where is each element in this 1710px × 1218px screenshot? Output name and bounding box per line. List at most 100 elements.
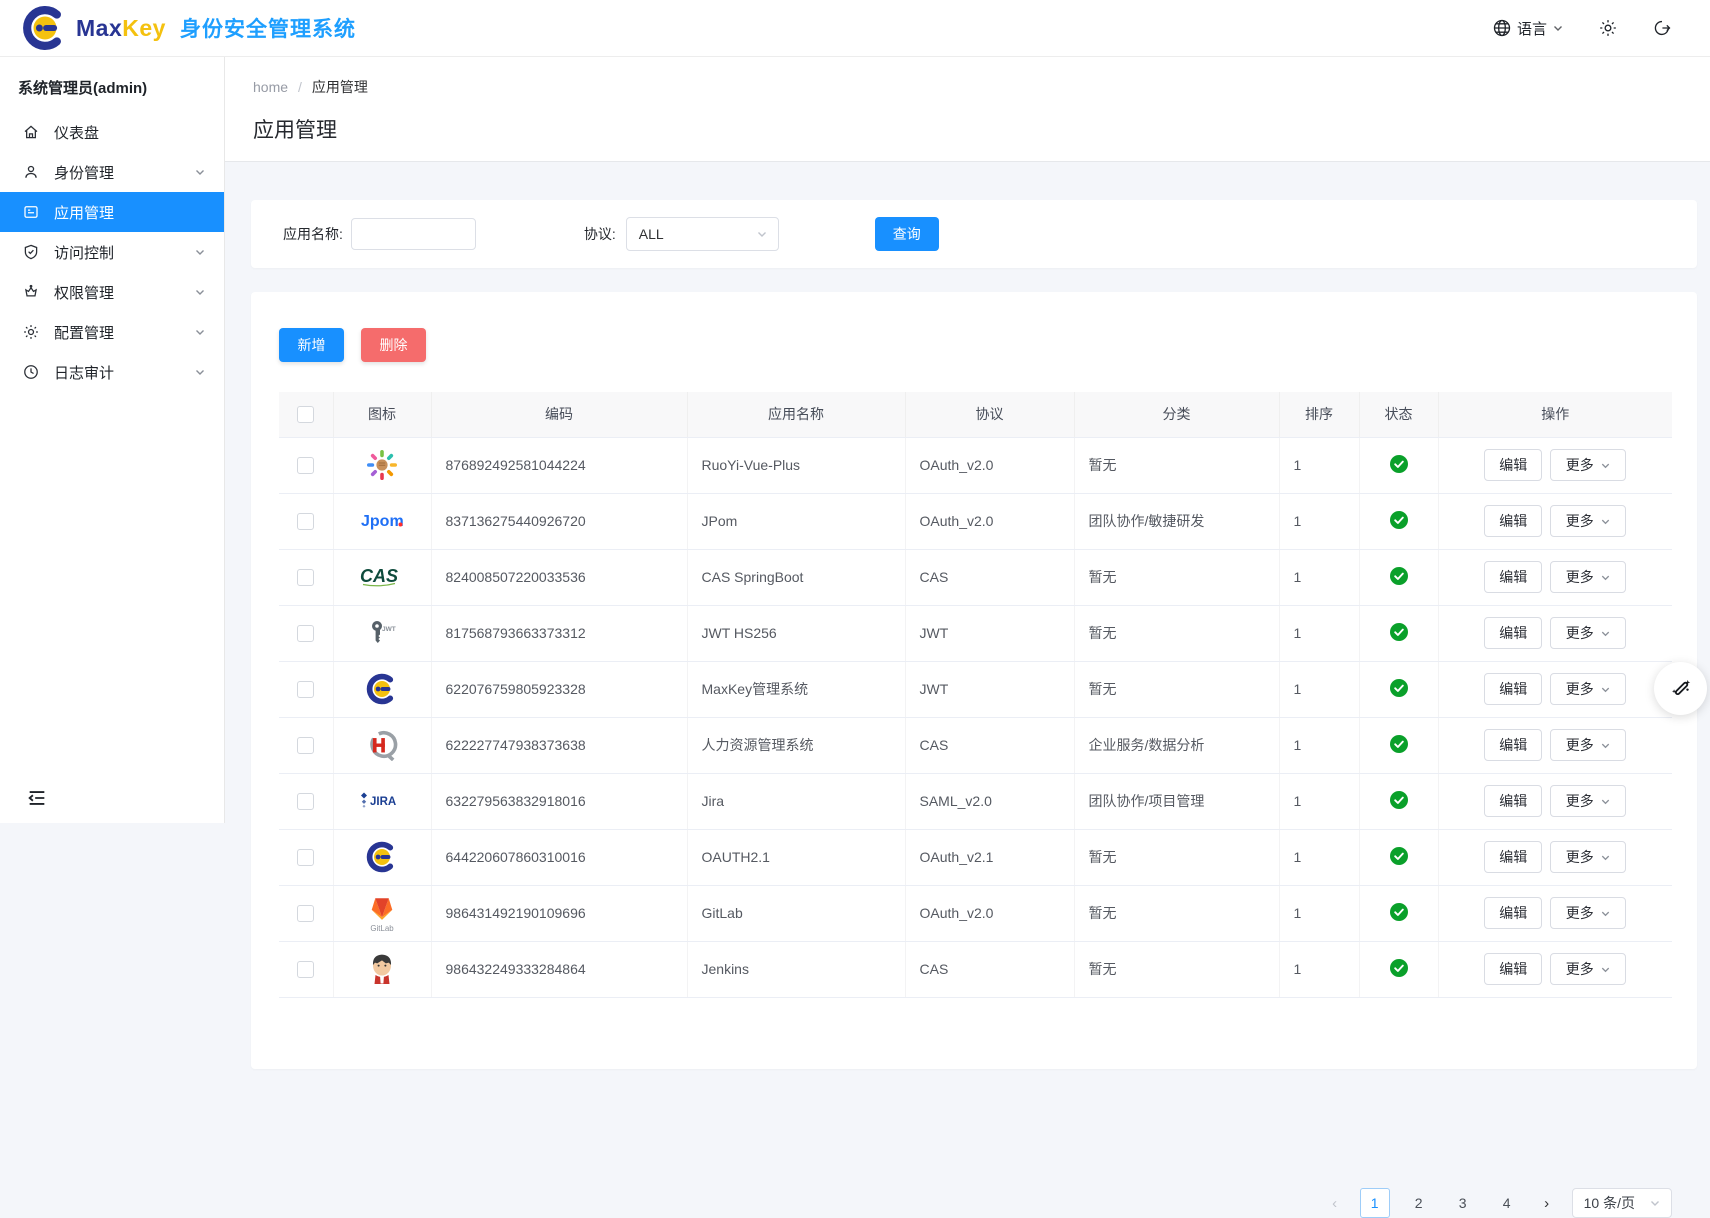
jwt-logo: JWT <box>334 606 431 661</box>
more-button[interactable]: 更多 <box>1550 617 1626 649</box>
table-row: GitLab 986431492190109696 GitLab OAuth_v… <box>279 885 1672 941</box>
page-number-3[interactable]: 3 <box>1448 1188 1478 1218</box>
row-checkbox[interactable] <box>297 625 314 642</box>
check-circle-icon <box>1390 679 1408 697</box>
app-sort: 1 <box>1279 773 1359 829</box>
row-checkbox[interactable] <box>297 737 314 754</box>
more-button[interactable]: 更多 <box>1550 729 1626 761</box>
row-checkbox[interactable] <box>297 569 314 586</box>
page-number-4[interactable]: 4 <box>1492 1188 1522 1218</box>
edit-button[interactable]: 编辑 <box>1484 729 1542 761</box>
app-name: Jenkins <box>687 941 905 997</box>
table-row: CAS 824008507220033536 CAS SpringBoot CA… <box>279 549 1672 605</box>
check-circle-icon <box>1390 847 1408 865</box>
jenkins-logo <box>334 942 431 997</box>
edit-button[interactable]: 编辑 <box>1484 505 1542 537</box>
app-name-input[interactable] <box>351 218 476 250</box>
sidebar-item-dashboard[interactable]: 仪表盘 <box>0 112 224 152</box>
app-sort: 1 <box>1279 941 1359 997</box>
chevron-left-icon[interactable]: ‹ <box>1322 1188 1348 1218</box>
row-checkbox[interactable] <box>297 513 314 530</box>
menu-fold-icon[interactable] <box>26 787 48 809</box>
edit-button[interactable]: 编辑 <box>1484 561 1542 593</box>
row-checkbox[interactable] <box>297 457 314 474</box>
app-category: 暂无 <box>1074 605 1279 661</box>
row-checkbox[interactable] <box>297 961 314 978</box>
edit-button[interactable]: 编辑 <box>1484 449 1542 481</box>
app-protocol: CAS <box>905 717 1074 773</box>
logout-icon[interactable] <box>1652 18 1672 38</box>
sidebar-item-apps[interactable]: 应用管理 <box>0 192 224 232</box>
row-checkbox[interactable] <box>297 849 314 866</box>
chevron-down-icon <box>1600 460 1611 471</box>
sidebar-item-access[interactable]: 访问控制 <box>0 232 224 272</box>
more-button[interactable]: 更多 <box>1550 561 1626 593</box>
more-button[interactable]: 更多 <box>1550 897 1626 929</box>
more-button[interactable]: 更多 <box>1550 953 1626 985</box>
edit-button[interactable]: 编辑 <box>1484 897 1542 929</box>
app-name: CAS SpringBoot <box>687 549 905 605</box>
more-button[interactable]: 更多 <box>1550 785 1626 817</box>
chevron-down-icon <box>1600 572 1611 583</box>
more-button[interactable]: 更多 <box>1550 505 1626 537</box>
app-code: 876892492581044224 <box>431 437 687 493</box>
app-name: GitLab <box>687 885 905 941</box>
table-row: JIRA 632279563832918016 Jira SAML_v2.0 团… <box>279 773 1672 829</box>
edit-button[interactable]: 编辑 <box>1484 841 1542 873</box>
page-number-2[interactable]: 2 <box>1404 1188 1434 1218</box>
language-menu[interactable]: 语言 <box>1492 18 1564 39</box>
edit-button[interactable]: 编辑 <box>1484 617 1542 649</box>
hr-logo <box>334 718 431 773</box>
svg-text:Jpom: Jpom <box>361 513 404 530</box>
app-code: 622227747938373638 <box>431 717 687 773</box>
app-protocol: OAuth_v2.1 <box>905 829 1074 885</box>
row-checkbox[interactable] <box>297 905 314 922</box>
sidebar-item-identity[interactable]: 身份管理 <box>0 152 224 192</box>
sidebar-item-audit[interactable]: 日志审计 <box>0 352 224 392</box>
sidebar-item-privilege[interactable]: 权限管理 <box>0 272 224 312</box>
search-button[interactable]: 查询 <box>875 217 939 251</box>
user-icon <box>22 163 40 181</box>
row-checkbox[interactable] <box>297 793 314 810</box>
gear-icon[interactable] <box>1598 18 1618 38</box>
chevron-down-icon <box>1649 1197 1661 1209</box>
app-protocol: JWT <box>905 605 1074 661</box>
main-content: home / 应用管理 应用管理 应用名称: 协议: ALL 查询 新增 删除 <box>225 57 1710 1108</box>
more-button[interactable]: 更多 <box>1550 449 1626 481</box>
jira-logo: JIRA <box>334 774 431 829</box>
add-button[interactable]: 新增 <box>279 328 344 362</box>
column-header: 编码 <box>431 392 687 437</box>
chevron-down-icon <box>1600 852 1611 863</box>
sidebar-item-config[interactable]: 配置管理 <box>0 312 224 352</box>
breadcrumb-home[interactable]: home <box>253 79 288 95</box>
more-button[interactable]: 更多 <box>1550 673 1626 705</box>
more-button[interactable]: 更多 <box>1550 841 1626 873</box>
app-sort: 1 <box>1279 829 1359 885</box>
page-size-select[interactable]: 10 条/页 <box>1572 1188 1672 1218</box>
select-all-checkbox[interactable] <box>297 406 314 423</box>
chevron-right-icon[interactable]: › <box>1534 1188 1560 1218</box>
edit-button[interactable]: 编辑 <box>1484 785 1542 817</box>
row-checkbox[interactable] <box>297 681 314 698</box>
brand: MaxKey 身份安全管理系统 <box>22 5 356 51</box>
chevron-down-icon <box>194 286 206 298</box>
delete-button[interactable]: 删除 <box>361 328 426 362</box>
table-body: 876892492581044224 RuoYi-Vue-Plus OAuth_… <box>279 437 1672 997</box>
theme-floating-button[interactable] <box>1654 662 1707 715</box>
table-row: 622227747938373638 人力资源管理系统 CAS 企业服务/数据分… <box>279 717 1672 773</box>
app-protocol: SAML_v2.0 <box>905 773 1074 829</box>
edit-button[interactable]: 编辑 <box>1484 953 1542 985</box>
protocol-select[interactable]: ALL <box>626 217 779 251</box>
column-header: 图标 <box>333 392 431 437</box>
app-protocol: OAuth_v2.0 <box>905 885 1074 941</box>
svg-text:JIRA: JIRA <box>370 796 396 808</box>
shield-check-icon <box>22 243 40 261</box>
edit-button[interactable]: 编辑 <box>1484 673 1542 705</box>
chevron-down-icon <box>1600 964 1611 975</box>
check-circle-icon <box>1390 455 1408 473</box>
svg-text:JWT: JWT <box>382 626 396 633</box>
check-circle-icon <box>1390 735 1408 753</box>
app-sort: 1 <box>1279 493 1359 549</box>
page-number-1[interactable]: 1 <box>1360 1188 1390 1218</box>
app-name: RuoYi-Vue-Plus <box>687 437 905 493</box>
